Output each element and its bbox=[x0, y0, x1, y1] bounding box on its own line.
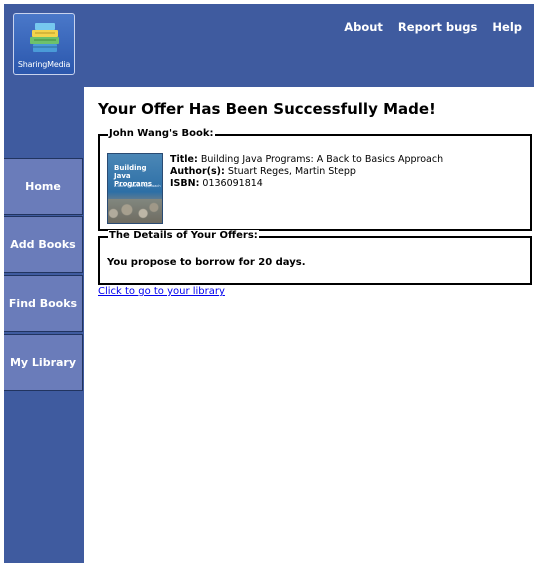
sidebar-item-label: My Library bbox=[9, 356, 77, 369]
sidebar-item-label: Find Books bbox=[8, 297, 78, 310]
book-details-box: John Wang's Book: Building Java Programs… bbox=[98, 128, 532, 231]
offer-details-box: The Details of Your Offers: You propose … bbox=[98, 230, 532, 285]
book-cover-rocks bbox=[108, 199, 162, 223]
books-logo-icon bbox=[30, 23, 59, 52]
app-logo[interactable]: SharingMedia bbox=[13, 13, 75, 75]
book-title-value: Building Java Programs: A Back to Basics… bbox=[200, 154, 444, 165]
sidebar: Home Add Books Find Books My Library bbox=[4, 87, 84, 563]
book-title-label: Title: bbox=[170, 154, 198, 165]
sidebar-item-find-books[interactable]: Find Books bbox=[4, 275, 83, 332]
offer-details-legend: The Details of Your Offers: bbox=[108, 230, 259, 242]
book-cover-image: Building Java Programs A Back to Basics … bbox=[107, 153, 163, 224]
book-title-row: Title: Building Java Programs: A Back to… bbox=[170, 154, 443, 166]
logo-text: SharingMedia bbox=[17, 60, 71, 69]
report-bugs-link[interactable]: Report bugs bbox=[398, 20, 477, 34]
book-isbn-value: 0136091814 bbox=[202, 178, 263, 189]
book-isbn-row: ISBN: 0136091814 bbox=[170, 178, 443, 190]
book-owner-legend: John Wang's Book: bbox=[108, 128, 215, 140]
go-to-library-link[interactable]: Click to go to your library bbox=[98, 286, 225, 297]
sidebar-item-my-library[interactable]: My Library bbox=[4, 334, 83, 391]
book-author-value: Stuart Reges, Martin Stepp bbox=[227, 166, 356, 177]
page-title: Your Offer Has Been Successfully Made! bbox=[98, 100, 436, 118]
sidebar-item-label: Add Books bbox=[10, 238, 76, 251]
page: SharingMedia About Report bugs Help Home… bbox=[0, 0, 538, 574]
header: SharingMedia About Report bugs Help bbox=[4, 4, 534, 87]
top-navigation: About Report bugs Help bbox=[344, 20, 522, 34]
about-link[interactable]: About bbox=[344, 20, 383, 34]
book-cover-subtitle: A Back to Basics Approach bbox=[114, 184, 161, 188]
book-isbn-label: ISBN: bbox=[170, 178, 200, 189]
sidebar-item-home[interactable]: Home bbox=[4, 158, 83, 215]
sidebar-item-add-books[interactable]: Add Books bbox=[4, 216, 83, 273]
book-author-row: Author(s): Stuart Reges, Martin Stepp bbox=[170, 166, 443, 178]
book-author-label: Author(s): bbox=[170, 166, 225, 177]
help-link[interactable]: Help bbox=[492, 20, 522, 34]
sidebar-item-label: Home bbox=[25, 180, 61, 193]
borrow-proposal-text: You propose to borrow for 20 days. bbox=[107, 257, 306, 268]
book-metadata: Title: Building Java Programs: A Back to… bbox=[170, 154, 443, 190]
